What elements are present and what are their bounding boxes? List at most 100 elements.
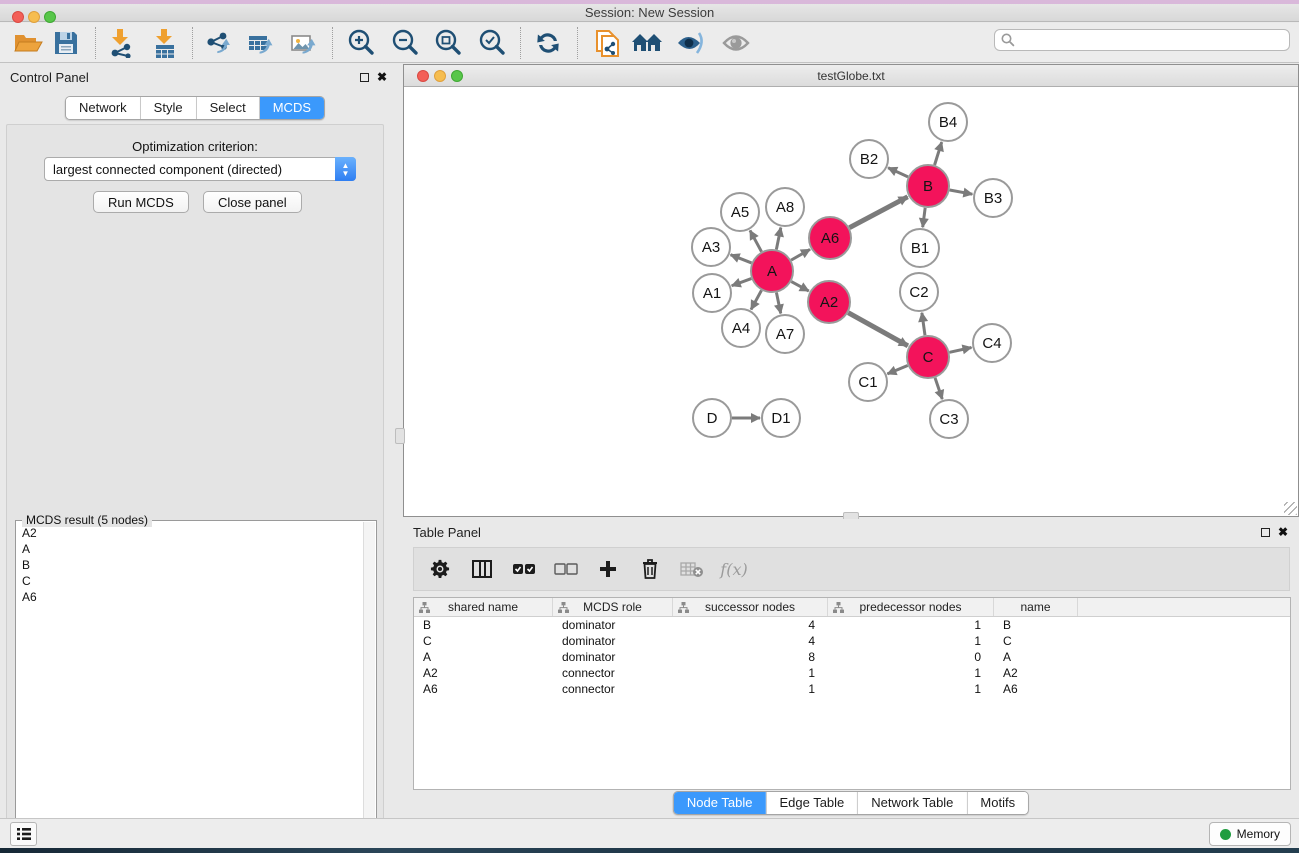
node-C1[interactable]: C1 — [849, 363, 887, 401]
table-row[interactable]: A6connector11A6 — [414, 681, 1290, 697]
table-row[interactable]: A2connector11A2 — [414, 665, 1290, 681]
show-graphics-details-icon[interactable] — [719, 27, 753, 59]
node-B[interactable]: B — [907, 165, 949, 207]
run-mcds-button[interactable]: Run MCDS — [93, 191, 189, 213]
task-history-button[interactable] — [10, 822, 37, 846]
table-cell[interactable]: A — [994, 649, 1078, 665]
tab-motifs[interactable]: Motifs — [966, 792, 1028, 814]
column-header-predecessor-nodes[interactable]: predecessor nodes — [828, 598, 994, 616]
mcds-result-list[interactable]: A2ABCA6 — [17, 525, 365, 853]
table-cell[interactable]: connector — [553, 665, 673, 681]
result-item[interactable]: A6 — [17, 589, 365, 605]
table-cell[interactable]: 1 — [828, 617, 994, 633]
column-header-successor-nodes[interactable]: successor nodes — [673, 598, 828, 616]
node-B2[interactable]: B2 — [850, 140, 888, 178]
edge-C-C4[interactable] — [949, 347, 971, 352]
table-cell[interactable]: B — [994, 617, 1078, 633]
table-cell[interactable]: 8 — [673, 649, 828, 665]
close-window-button[interactable] — [12, 11, 24, 23]
vertical-split-grip[interactable] — [395, 428, 405, 444]
tab-mcds[interactable]: MCDS — [259, 97, 324, 119]
criterion-dropdown[interactable]: largest connected component (directed) ▲… — [44, 157, 356, 181]
node-B3[interactable]: B3 — [974, 179, 1012, 217]
close-panel-icon[interactable]: ✖ — [377, 70, 387, 84]
import-table-icon[interactable] — [148, 27, 182, 59]
node-C2[interactable]: C2 — [900, 273, 938, 311]
export-image-icon[interactable] — [287, 27, 321, 59]
edge-A-A6[interactable] — [791, 249, 810, 260]
edge-A6-B[interactable] — [849, 197, 907, 228]
network-close-button[interactable] — [417, 70, 429, 82]
delete-column-trash-icon[interactable] — [636, 555, 664, 583]
open-session-icon[interactable] — [11, 27, 45, 59]
edge-B-B3[interactable] — [950, 190, 973, 194]
network-minimize-button[interactable] — [434, 70, 446, 82]
close-panel-button[interactable]: Close panel — [203, 191, 302, 213]
network-canvas[interactable]: B4B2BB3A5A8A6A3B1AA1C2A2A4A7CC4C1C3DD1 — [405, 88, 1297, 516]
table-cell[interactable]: 1 — [673, 681, 828, 697]
zoom-in-icon[interactable] — [344, 27, 378, 59]
table-cell[interactable]: A — [414, 649, 553, 665]
zoom-fit-icon[interactable] — [431, 27, 465, 59]
minimize-window-button[interactable] — [28, 11, 40, 23]
node-D[interactable]: D — [693, 399, 731, 437]
edge-B-B4[interactable] — [935, 142, 942, 165]
maximize-window-button[interactable] — [44, 11, 56, 23]
node-A[interactable]: A — [751, 250, 793, 292]
function-builder-icon[interactable]: f(x) — [720, 555, 748, 583]
export-table-icon[interactable] — [244, 27, 278, 59]
search-input[interactable] — [1016, 33, 1289, 47]
table-cell[interactable]: connector — [553, 681, 673, 697]
result-scrollbar[interactable] — [363, 522, 375, 853]
node-C3[interactable]: C3 — [930, 400, 968, 438]
import-network-icon[interactable] — [104, 27, 138, 59]
table-cell[interactable]: 4 — [673, 633, 828, 649]
table-cell[interactable]: 0 — [828, 649, 994, 665]
column-header-MCDS-role[interactable]: MCDS role — [553, 598, 673, 616]
node-A4[interactable]: A4 — [722, 309, 760, 347]
table-cell[interactable]: A2 — [414, 665, 553, 681]
edge-B-B1[interactable] — [923, 208, 925, 227]
edge-B-B2[interactable] — [888, 168, 908, 177]
node-B1[interactable]: B1 — [901, 229, 939, 267]
delete-table-icon[interactable] — [678, 555, 706, 583]
table-cell[interactable]: C — [414, 633, 553, 649]
zoom-selected-icon[interactable] — [475, 27, 509, 59]
node-A2[interactable]: A2 — [808, 281, 850, 323]
table-cell[interactable]: 1 — [828, 665, 994, 681]
table-row[interactable]: Adominator80A — [414, 649, 1290, 665]
add-column-icon[interactable] — [594, 555, 622, 583]
float-table-panel-icon[interactable] — [1261, 528, 1270, 537]
refresh-icon[interactable] — [531, 27, 565, 59]
edge-A-A1[interactable] — [732, 279, 752, 286]
table-cell[interactable]: A2 — [994, 665, 1078, 681]
edge-A-A7[interactable] — [776, 293, 780, 314]
memory-button[interactable]: Memory — [1209, 822, 1291, 846]
node-C[interactable]: C — [907, 336, 949, 378]
edge-A-A5[interactable] — [750, 230, 761, 251]
result-item[interactable]: B — [17, 557, 365, 573]
close-table-panel-icon[interactable]: ✖ — [1278, 525, 1288, 539]
save-session-icon[interactable] — [49, 27, 83, 59]
table-cell[interactable]: dominator — [553, 649, 673, 665]
table-cell[interactable]: 1 — [673, 665, 828, 681]
result-item[interactable]: C — [17, 573, 365, 589]
edge-A-A8[interactable] — [776, 228, 780, 250]
home-icon[interactable] — [630, 27, 664, 59]
node-A7[interactable]: A7 — [766, 315, 804, 353]
node-A1[interactable]: A1 — [693, 274, 731, 312]
node-A3[interactable]: A3 — [692, 228, 730, 266]
hide-graphics-details-icon[interactable] — [674, 27, 708, 59]
tab-network-table[interactable]: Network Table — [857, 792, 966, 814]
result-item[interactable]: A — [17, 541, 365, 557]
tab-style[interactable]: Style — [140, 97, 196, 119]
edge-C-C1[interactable] — [887, 365, 907, 373]
result-item[interactable]: A2 — [17, 525, 365, 541]
table-cell[interactable]: C — [994, 633, 1078, 649]
node-D1[interactable]: D1 — [762, 399, 800, 437]
table-cell[interactable]: 1 — [828, 681, 994, 697]
edge-A2-C[interactable] — [848, 313, 908, 346]
table-cell[interactable]: 4 — [673, 617, 828, 633]
node-A8[interactable]: A8 — [766, 188, 804, 226]
tab-edge-table[interactable]: Edge Table — [765, 792, 857, 814]
